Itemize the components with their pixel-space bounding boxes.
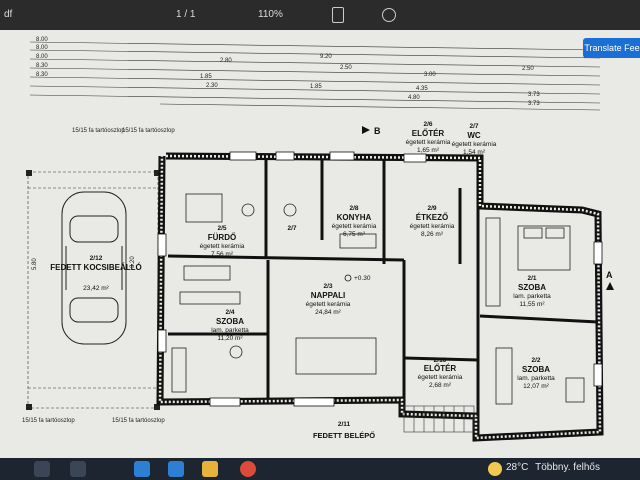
svg-text:B: B	[374, 126, 381, 136]
dim-text: 9.20	[320, 54, 332, 60]
zoom-level[interactable]: 110%	[258, 9, 283, 20]
svg-text:2/1: 2/1	[527, 275, 536, 282]
room-2-7-small: 2/7	[287, 225, 296, 232]
svg-text:11,55 m²: 11,55 m²	[519, 301, 545, 308]
dim-text: 2.50	[340, 65, 352, 71]
store-icon[interactable]	[168, 461, 184, 477]
svg-text:2/4: 2/4	[225, 309, 234, 316]
dim-text: 8.30	[36, 72, 48, 78]
toolbar-left-label: df	[4, 9, 13, 20]
translate-button[interactable]: Translate Feel	[583, 38, 640, 58]
dim-text: 5.80	[32, 258, 38, 270]
dim-text: 3.73	[528, 92, 540, 98]
chrome-icon[interactable]	[240, 461, 256, 477]
svg-text:égetett kerámia: égetett kerámia	[452, 141, 497, 148]
svg-text:12,07 m²: 12,07 m²	[523, 383, 549, 390]
svg-text:A: A	[606, 270, 613, 280]
svg-text:FEDETT KOCSIBEÁLLÓ: FEDETT KOCSIBEÁLLÓ	[50, 263, 142, 272]
fit-page-icon[interactable]	[332, 7, 344, 23]
svg-text:7,56 m²: 7,56 m²	[211, 251, 234, 258]
svg-text:2/12: 2/12	[90, 255, 103, 262]
svg-text:égetett kerámia: égetett kerámia	[410, 223, 455, 230]
dim-text: 2.80	[220, 58, 232, 64]
svg-text:FEDETT BELÉPŐ: FEDETT BELÉPŐ	[313, 431, 375, 440]
svg-text:2/9: 2/9	[427, 205, 436, 212]
svg-text:ELŐTÉR: ELŐTÉR	[424, 364, 457, 373]
svg-text:SZOBA: SZOBA	[522, 365, 550, 374]
dim-text: 3.00	[424, 72, 436, 78]
svg-text:1,65 m²: 1,65 m²	[417, 147, 440, 154]
rotate-icon[interactable]	[382, 8, 396, 22]
svg-text:lam. parketta: lam. parketta	[513, 293, 551, 300]
edge-icon[interactable]	[134, 461, 150, 477]
svg-text:8,26 m²: 8,26 m²	[421, 231, 444, 238]
svg-text:ELŐTÉR: ELŐTÉR	[412, 129, 445, 138]
svg-text:2/5: 2/5	[217, 225, 226, 232]
svg-text:égetett kerámia: égetett kerámia	[306, 301, 351, 308]
svg-text:KONYHA: KONYHA	[337, 213, 372, 222]
svg-text:+0.30: +0.30	[354, 275, 371, 282]
svg-text:2/6: 2/6	[423, 121, 432, 128]
svg-text:2/10: 2/10	[434, 357, 447, 364]
column-label: 15/15 fa tartóoszlop	[22, 418, 75, 424]
search-icon[interactable]	[34, 461, 50, 477]
weather-text: Többny. felhős	[535, 462, 600, 473]
dim-text: 1.85	[310, 84, 322, 90]
svg-text:2/2: 2/2	[531, 357, 540, 364]
dim-text: 1.85	[200, 74, 212, 80]
dim-text: 3.73	[528, 101, 540, 107]
dim-text: 8.30	[36, 63, 48, 69]
svg-text:2/3: 2/3	[323, 283, 332, 290]
dim-text: 8.00	[36, 54, 48, 60]
temperature: 28°C	[506, 462, 529, 473]
viewer-toolbar: df 1 / 1 110%	[0, 0, 640, 30]
svg-text:égetett kerámia: égetett kerámia	[418, 374, 463, 381]
svg-text:23,42 m²: 23,42 m²	[83, 285, 109, 292]
svg-text:11,20 m²: 11,20 m²	[217, 335, 243, 342]
svg-text:SZOBA: SZOBA	[216, 317, 244, 326]
svg-text:lam. parketta: lam. parketta	[211, 327, 249, 334]
svg-text:ÉTKEZŐ: ÉTKEZŐ	[416, 213, 448, 222]
svg-text:égetett kerámia: égetett kerámia	[200, 243, 245, 250]
svg-text:FÜRDŐ: FÜRDŐ	[208, 233, 236, 242]
file-explorer-icon[interactable]	[202, 461, 218, 477]
svg-text:6,75 m²: 6,75 m²	[343, 231, 366, 238]
weather-widget[interactable]: 28°C Többny. felhős	[486, 462, 600, 473]
page-indicator[interactable]: 1 / 1	[176, 9, 195, 20]
dim-text: 2.30	[206, 83, 218, 89]
svg-text:2/7: 2/7	[469, 123, 478, 130]
svg-text:1,54 m²: 1,54 m²	[463, 149, 486, 156]
dim-text: 4.35	[416, 86, 428, 92]
dim-text: 8.00	[36, 45, 48, 51]
column-label: 15/15 fa tartóoszlop	[112, 418, 165, 424]
column-label: 15/15 fa tartóoszlop	[72, 128, 125, 134]
svg-text:24,84 m²: 24,84 m²	[315, 309, 341, 316]
column-label: 15/15 fa tartóoszlop	[122, 128, 175, 134]
dim-text: 8.00	[36, 37, 48, 43]
task-view-icon[interactable]	[70, 461, 86, 477]
svg-text:lam. parketta: lam. parketta	[517, 375, 555, 382]
screen: 8.00 8.00 8.00 8.30 8.30 1.85 2.30 1.85 …	[0, 0, 640, 480]
svg-text:WC: WC	[467, 131, 481, 140]
svg-text:égetett kerámia: égetett kerámia	[406, 139, 451, 146]
svg-text:2,68 m²: 2,68 m²	[429, 382, 452, 389]
dim-text: 4.80	[408, 95, 420, 101]
svg-text:égetett kerámia: égetett kerámia	[332, 223, 377, 230]
svg-text:2/8: 2/8	[349, 205, 358, 212]
pdf-viewer[interactable]: 8.00 8.00 8.00 8.30 8.30 1.85 2.30 1.85 …	[0, 28, 640, 460]
dim-text: 2.50	[522, 66, 534, 72]
paper	[0, 28, 640, 460]
floor-plan: 8.00 8.00 8.00 8.30 8.30 1.85 2.30 1.85 …	[0, 28, 640, 460]
svg-text:SZOBA: SZOBA	[518, 283, 546, 292]
svg-text:2/7: 2/7	[287, 225, 296, 232]
svg-text:NAPPALI: NAPPALI	[311, 291, 346, 300]
svg-text:2/11: 2/11	[338, 421, 351, 428]
